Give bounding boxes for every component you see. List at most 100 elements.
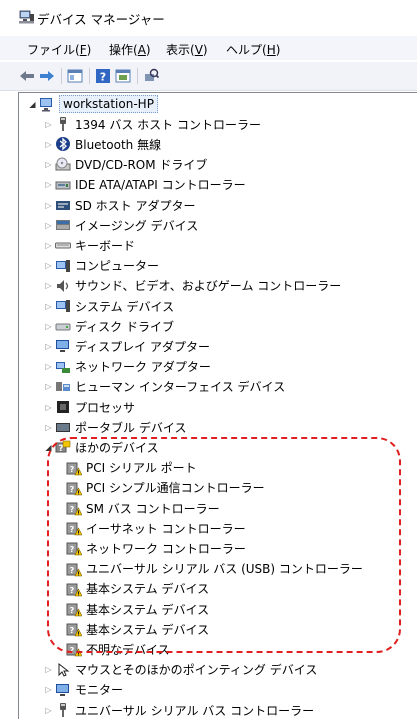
tree-child-device[interactable]: ? SM バス コントローラー: [66, 498, 220, 518]
tree-child-device[interactable]: ? ネットワーク コントローラー: [66, 538, 246, 558]
menu-bar: ファイル(F) 操作(A) 表示(V) ヘルプ(H): [0, 36, 417, 60]
unknown-device-icon: ?: [66, 480, 82, 496]
tree-child-device[interactable]: ? イーサネット コントローラー: [66, 518, 246, 538]
expand-arrow-icon[interactable]: ▷: [44, 155, 53, 175]
keyboard-icon: [55, 237, 71, 253]
computer-root: [39, 96, 55, 112]
tree-item-system-device[interactable]: ▷ システム デバイス: [44, 296, 174, 316]
tree-child-device[interactable]: ? 基本システム デバイス: [66, 619, 209, 639]
processor-icon: [55, 399, 71, 415]
portable-device-icon: [55, 419, 71, 435]
bluetooth-icon: [55, 136, 71, 152]
tree-item-label: Bluetooth 無線: [75, 137, 162, 152]
tree-item-disk-drive[interactable]: ▷ ディスク ドライブ: [44, 316, 174, 336]
tree-item-hid[interactable]: ▷ ヒューマン インターフェイス デバイス: [44, 377, 285, 397]
help-icon[interactable]: ?: [94, 67, 112, 85]
expand-arrow-icon[interactable]: ▷: [44, 357, 53, 377]
1394-controller-icon: [55, 116, 71, 132]
window-title: デバイス マネージャー: [37, 12, 165, 27]
tree-child-device[interactable]: ? 不明なデバイス: [66, 639, 170, 659]
tree-item-dvd-drive[interactable]: ▷ DVD/CD-ROM ドライブ: [44, 155, 207, 175]
expand-arrow-icon[interactable]: ▷: [44, 296, 53, 316]
tree-item-label: 基本システム デバイス: [86, 602, 210, 617]
tree-item-label: ユニバーサル シリアル バス (USB) コントローラー: [86, 562, 363, 577]
expand-arrow-icon[interactable]: ▷: [44, 256, 53, 276]
collapse-arrow-icon[interactable]: ◢: [44, 437, 53, 457]
svg-text:?: ?: [70, 626, 75, 635]
expand-arrow-icon[interactable]: ▷: [44, 700, 53, 720]
tree-child-device[interactable]: ? PCI シンプル通信コントローラー: [66, 478, 265, 498]
tree-item-keyboard[interactable]: ▷ キーボード: [44, 235, 135, 255]
tree-item-display-adapter[interactable]: ▷ ディスプレイ アダプター: [44, 336, 210, 356]
tree-item-label: イメージング デバイス: [75, 218, 199, 233]
tree-item-label: DVD/CD-ROM ドライブ: [75, 158, 208, 173]
expand-arrow-icon[interactable]: ▷: [44, 276, 53, 296]
tree-child-device[interactable]: ? PCI シリアル ポート: [66, 458, 197, 478]
svg-text:?: ?: [70, 485, 75, 494]
tree-item-sd-host-adapter[interactable]: ▷ SD ホスト アダプター: [44, 195, 195, 215]
tree-item-label: ディスク ドライブ: [75, 319, 174, 334]
tree-item-bluetooth[interactable]: ▷ Bluetooth 無線: [44, 134, 161, 154]
tree-item-label: システム デバイス: [75, 299, 175, 314]
expand-arrow-icon[interactable]: ▷: [44, 316, 53, 336]
expand-arrow-icon[interactable]: ▷: [44, 235, 53, 255]
tree-item-label: PCI シリアル ポート: [86, 461, 197, 476]
tree-item-imaging-device[interactable]: ▷ イメージング デバイス: [44, 215, 198, 235]
expand-arrow-icon[interactable]: ▷: [44, 114, 53, 134]
sound-icon: [55, 278, 71, 294]
tree-item-label: キーボード: [75, 238, 136, 253]
svg-text:?: ?: [70, 606, 75, 615]
display-adapter-icon: [55, 338, 71, 354]
tree-item-label: 1394 バス ホスト コントローラー: [75, 117, 261, 132]
unknown-device-icon: ?: [66, 460, 82, 476]
expand-arrow-icon[interactable]: ▷: [44, 397, 53, 417]
unknown-device-icon: ?: [66, 621, 82, 637]
tree-child-device[interactable]: ? 基本システム デバイス: [66, 579, 209, 599]
toolbar-separator: [61, 68, 62, 84]
unknown-device-icon: ?: [66, 581, 82, 597]
collapse-arrow-icon[interactable]: ◢: [28, 94, 37, 114]
tree-child-device[interactable]: ? 基本システム デバイス: [66, 599, 209, 619]
menu-help[interactable]: ヘルプ(H): [226, 41, 280, 58]
tree-item-ide-controller[interactable]: ▷ IDE ATA/ATAPI コントローラー: [44, 175, 245, 195]
system-device-icon: [55, 298, 71, 314]
expand-arrow-icon[interactable]: ▷: [44, 336, 53, 356]
tree-item-sound[interactable]: ▷ サウンド、ビデオ、およびゲーム コントローラー: [44, 276, 341, 296]
update-driver-icon[interactable]: [114, 67, 132, 85]
properties-icon[interactable]: [66, 67, 84, 85]
expand-arrow-icon[interactable]: ▷: [44, 680, 53, 700]
menu-view[interactable]: 表示(V): [166, 41, 208, 58]
hid-icon: [55, 379, 71, 395]
scan-hardware-icon[interactable]: [142, 67, 160, 85]
tree-item-usb-controller[interactable]: ▷ ユニバーサル シリアル バス コントローラー: [44, 700, 314, 720]
tree-item-computer[interactable]: ▷ コンピューター: [44, 256, 159, 276]
tree-item-label: PCI シンプル通信コントローラー: [86, 481, 265, 496]
tree-item-label: ヒューマン インターフェイス デバイス: [75, 380, 286, 395]
expand-arrow-icon[interactable]: ▷: [44, 195, 53, 215]
tree-item-label: 基本システム デバイス: [86, 622, 210, 637]
menu-action[interactable]: 操作(A): [109, 41, 151, 58]
menu-file[interactable]: ファイル(F): [27, 41, 91, 58]
tree-item-portable-device[interactable]: ▷ ポータブル デバイス: [44, 417, 186, 437]
svg-text:?: ?: [70, 545, 75, 554]
tree-child-device[interactable]: ? ユニバーサル シリアル バス (USB) コントローラー: [66, 559, 363, 579]
tree-root-workstation[interactable]: ◢ workstation-HP: [28, 94, 158, 114]
svg-text:?: ?: [70, 465, 75, 474]
expand-arrow-icon[interactable]: ▷: [44, 417, 53, 437]
expand-arrow-icon[interactable]: ▷: [44, 215, 53, 235]
tree-item-label: ユニバーサル シリアル バス コントローラー: [75, 703, 315, 718]
forward-arrow-icon[interactable]: [38, 67, 56, 85]
back-arrow-icon[interactable]: [18, 67, 36, 85]
tree-item-monitor[interactable]: ▷ モニター: [44, 680, 123, 700]
tree-item-network-adapter[interactable]: ▷ ネットワーク アダプター: [44, 357, 210, 377]
tree-item-other-devices[interactable]: ◢? ほかのデバイス: [44, 437, 158, 457]
expand-arrow-icon[interactable]: ▷: [44, 134, 53, 154]
expand-arrow-icon[interactable]: ▷: [44, 377, 53, 397]
tree-item-mouse[interactable]: ▷ マウスとそのほかのポインティング デバイス: [44, 660, 317, 680]
tree-item-1394-controller[interactable]: ▷ 1394 バス ホスト コントローラー: [44, 114, 261, 134]
unknown-device-icon: ?: [66, 601, 82, 617]
usb-controller-icon: [55, 702, 71, 718]
expand-arrow-icon[interactable]: ▷: [44, 175, 53, 195]
expand-arrow-icon[interactable]: ▷: [44, 660, 53, 680]
tree-item-processor[interactable]: ▷ プロセッサ: [44, 397, 135, 417]
